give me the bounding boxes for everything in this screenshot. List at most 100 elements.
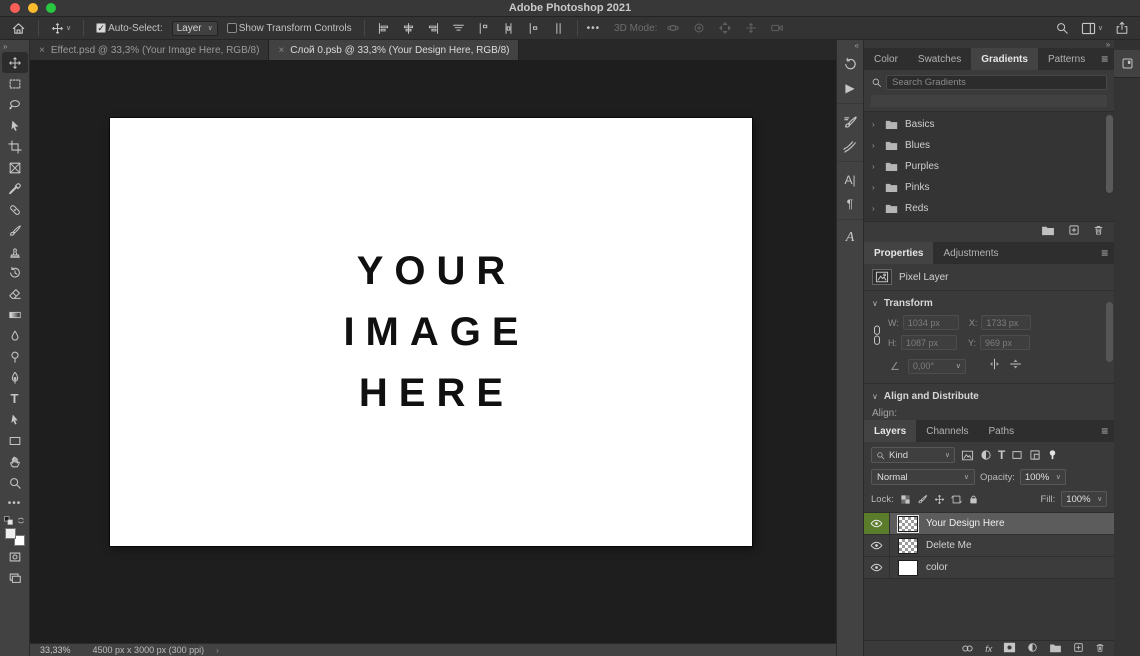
- opacity-field[interactable]: 100% ∨: [1020, 469, 1066, 485]
- document-tab-effect[interactable]: × Effect.psd @ 33,3% (Your Image Here, R…: [30, 40, 269, 60]
- delete-gradient-button[interactable]: [1093, 223, 1104, 241]
- collapse-dock-icon[interactable]: «: [851, 40, 863, 52]
- brush-tool[interactable]: [2, 220, 28, 241]
- history-panel-button[interactable]: [837, 52, 863, 76]
- pen-tool[interactable]: [2, 367, 28, 388]
- layer-thumbnail[interactable]: [898, 560, 918, 576]
- actions-panel-button[interactable]: ▶: [837, 76, 863, 100]
- flip-horizontal-button[interactable]: [988, 357, 1001, 375]
- healing-brush-tool[interactable]: [2, 199, 28, 220]
- y-field[interactable]: 969 px: [980, 335, 1030, 350]
- frame-tool[interactable]: [2, 157, 28, 178]
- layer-row-your-design-here[interactable]: Your Design Here: [864, 513, 1114, 535]
- close-tab-icon[interactable]: ×: [278, 45, 284, 56]
- lock-all-button[interactable]: [968, 494, 979, 505]
- shape-tool[interactable]: [2, 430, 28, 451]
- align-right-edges-button[interactable]: [424, 21, 443, 36]
- distribute-center-button[interactable]: [499, 21, 518, 36]
- blend-mode-dropdown[interactable]: Normal ∨: [871, 469, 975, 485]
- glyphs-panel-button[interactable]: A: [837, 226, 863, 250]
- chevron-right-icon[interactable]: ›: [872, 162, 878, 171]
- foreground-background-swatches[interactable]: [5, 528, 25, 546]
- tab-gradients[interactable]: Gradients: [971, 48, 1038, 70]
- link-dimensions-toggle[interactable]: [872, 315, 882, 350]
- new-gradient-button[interactable]: [1068, 223, 1080, 241]
- eraser-tool[interactable]: [2, 283, 28, 304]
- add-mask-button[interactable]: [1003, 640, 1016, 656]
- foreground-color-swatch[interactable]: [5, 528, 16, 539]
- tool-preset-button[interactable]: ∨: [48, 21, 74, 36]
- gradient-folder-blues[interactable]: ›Blues: [864, 135, 1114, 156]
- new-group-button[interactable]: [1049, 640, 1062, 656]
- layer-thumbnail[interactable]: [898, 516, 918, 532]
- lock-pixels-button[interactable]: [917, 494, 928, 505]
- more-options-button[interactable]: •••: [587, 23, 601, 34]
- layer-name[interactable]: color: [926, 562, 948, 573]
- move-tool[interactable]: [2, 52, 28, 73]
- filter-shape-layers-button[interactable]: [1011, 449, 1023, 461]
- chevron-right-icon[interactable]: ›: [872, 204, 878, 213]
- edit-toolbar-button[interactable]: •••: [2, 493, 28, 514]
- tab-patterns[interactable]: Patterns: [1038, 48, 1095, 70]
- screen-mode-button[interactable]: [2, 567, 28, 588]
- lock-position-button[interactable]: [934, 494, 945, 505]
- fill-field[interactable]: 100% ∨: [1061, 491, 1107, 507]
- new-layer-button[interactable]: [1073, 640, 1084, 656]
- layer-name[interactable]: Delete Me: [926, 540, 972, 551]
- swap-colors-control[interactable]: [4, 516, 26, 525]
- panel-menu-icon[interactable]: ≡: [1095, 242, 1114, 264]
- scrollbar[interactable]: [1106, 115, 1113, 193]
- hand-tool[interactable]: [2, 451, 28, 472]
- eyedropper-tool[interactable]: [2, 178, 28, 199]
- gradient-folder-basics[interactable]: ›Basics: [864, 114, 1114, 135]
- width-field[interactable]: 1034 px: [903, 315, 959, 330]
- chevron-right-icon[interactable]: ›: [872, 120, 878, 129]
- zoom-level[interactable]: 33,33%: [30, 645, 81, 655]
- gradient-folder-reds[interactable]: ›Reds: [864, 198, 1114, 219]
- brushes-panel-button[interactable]: [837, 134, 863, 158]
- search-gradients-input[interactable]: Search Gradients: [886, 75, 1107, 90]
- workspace-switcher-button[interactable]: ∨: [1078, 21, 1106, 36]
- libraries-tab[interactable]: Libraries: [1114, 50, 1140, 77]
- show-transform-controls-checkbox[interactable]: Show Transform Controls: [224, 22, 355, 35]
- distribute-right-button[interactable]: [549, 21, 568, 36]
- layer-visibility-toggle[interactable]: [864, 535, 890, 556]
- height-field[interactable]: 1087 px: [901, 335, 957, 350]
- history-brush-tool[interactable]: [2, 262, 28, 283]
- layer-visibility-toggle[interactable]: [864, 557, 890, 578]
- layer-row-color[interactable]: color: [864, 557, 1114, 579]
- auto-select-target-dropdown[interactable]: Layer ∨: [172, 21, 218, 36]
- link-layers-button[interactable]: [961, 640, 974, 656]
- status-arrow-icon[interactable]: ›: [216, 646, 219, 655]
- character-panel-button[interactable]: A|: [837, 168, 863, 192]
- align-left-edges-button[interactable]: [374, 21, 393, 36]
- panel-menu-icon[interactable]: ≡: [1095, 48, 1114, 70]
- expand-tools-icon[interactable]: »: [0, 41, 10, 52]
- dodge-tool[interactable]: [2, 346, 28, 367]
- canvas-pasteboard[interactable]: YOUR IMAGE HERE: [30, 60, 836, 643]
- search-button[interactable]: [1052, 20, 1072, 36]
- tab-color[interactable]: Color: [864, 48, 908, 70]
- delete-layer-button[interactable]: [1095, 640, 1105, 656]
- transform-section-header[interactable]: ∨ Transform: [864, 291, 1114, 313]
- quick-mask-button[interactable]: [2, 546, 28, 567]
- new-group-button[interactable]: [1041, 223, 1055, 241]
- brush-settings-panel-button[interactable]: [837, 110, 863, 134]
- marquee-tool[interactable]: [2, 73, 28, 94]
- filter-type-layers-button[interactable]: T: [998, 448, 1005, 462]
- x-field[interactable]: 1733 px: [981, 315, 1031, 330]
- blur-tool[interactable]: [2, 325, 28, 346]
- document-tab-sloy[interactable]: × Слой 0.psb @ 33,3% (Your Design Here, …: [269, 40, 519, 60]
- home-button[interactable]: [8, 20, 29, 37]
- filter-kind-dropdown[interactable]: Kind ∨: [871, 447, 955, 463]
- object-selection-tool[interactable]: [2, 115, 28, 136]
- paragraph-panel-button[interactable]: ¶: [837, 192, 863, 216]
- layer-thumbnail[interactable]: [898, 538, 918, 554]
- layer-row-delete-me[interactable]: Delete Me: [864, 535, 1114, 557]
- close-tab-icon[interactable]: ×: [39, 45, 45, 56]
- layer-style-button[interactable]: fx: [985, 644, 992, 654]
- zoom-tool[interactable]: [2, 472, 28, 493]
- share-button[interactable]: [1112, 20, 1132, 36]
- layer-name[interactable]: Your Design Here: [926, 518, 1005, 529]
- tab-properties[interactable]: Properties: [864, 242, 933, 264]
